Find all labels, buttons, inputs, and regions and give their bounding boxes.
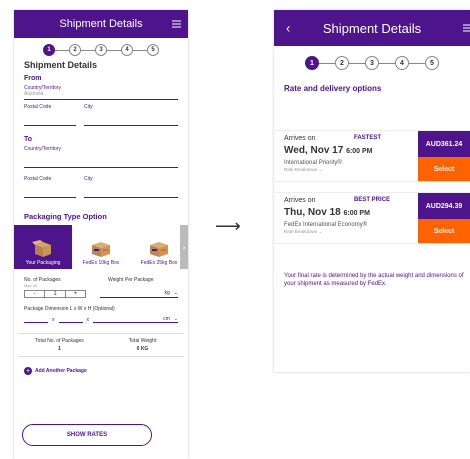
packaging-title: Packaging Type Option (24, 212, 107, 221)
delivery-time: 6:00 PM (343, 210, 370, 217)
header-title: Shipment Details (59, 18, 143, 30)
app-header: Shipment Details (14, 10, 188, 38)
rate-disclaimer: Your final rate is determined by the act… (284, 273, 464, 288)
shipment-details-screen: Shipment Details 1 2 3 4 5 Shipment Deta… (14, 10, 188, 459)
weight-input[interactable]: kg ⌄ (100, 290, 178, 298)
increment-button[interactable]: + (66, 291, 85, 297)
packaging-option-10kg[interactable]: FedEx 10kg Box (72, 225, 130, 269)
to-country-field[interactable]: Country/Territory (24, 146, 178, 168)
from-country-field[interactable]: Country/Territory Australia (24, 85, 178, 100)
packaging-option-own[interactable]: Your Packaging (14, 225, 72, 269)
step-1[interactable]: 1 (43, 44, 55, 56)
to-city-field[interactable]: City (84, 176, 178, 198)
show-rates-button[interactable]: SHOW RATES (22, 424, 152, 446)
arrow-right-icon: ⟶ (215, 216, 241, 236)
box-icon (32, 240, 51, 257)
chevron-right-icon[interactable]: › (180, 225, 188, 269)
add-package-button[interactable]: + Add Another Package (14, 367, 188, 375)
rate-tag: FASTEST (354, 135, 382, 141)
from-postal-field[interactable]: Postal Code (24, 104, 76, 126)
app-header: ‹ Shipment Details (274, 10, 470, 46)
service-name: International Priority® (284, 160, 342, 166)
chevron-down-icon: ⌄ (318, 229, 323, 234)
step-indicator: 1 2 3 4 5 (274, 46, 470, 78)
from-label: From (24, 75, 42, 82)
rate-card: Arrives on FASTEST Wed, Nov 17 6:00 PM I… (274, 130, 470, 182)
chevron-down-icon: ⌄ (318, 167, 323, 172)
rate-price: AUD361.24 (418, 131, 470, 158)
decrement-button[interactable]: - (25, 291, 44, 297)
quantity-value[interactable]: 1 (44, 291, 66, 297)
packages-max-label: Max 40 (24, 283, 38, 288)
total-packages-label: Total No. of Packages (35, 338, 84, 344)
fedex-box-icon (150, 242, 168, 257)
select-button[interactable]: Select (418, 157, 470, 181)
select-button[interactable]: Select (418, 219, 470, 243)
from-city-field[interactable]: City (84, 104, 178, 126)
totals-summary: Total No. of Packages 1 Total Weight 0 K… (18, 333, 184, 357)
fedex-box-icon (92, 242, 110, 257)
service-name: FedEx International Economy® (284, 222, 368, 228)
arrives-label: Arrives on (284, 135, 316, 142)
step-4[interactable]: 4 (121, 44, 133, 56)
total-weight-label: Total Weight (128, 338, 157, 344)
rate-options-screen: ‹ Shipment Details 1 2 3 4 5 Rate and de… (274, 10, 470, 372)
step-indicator: 1 2 3 4 5 (14, 38, 188, 60)
step-3[interactable]: 3 (365, 56, 379, 70)
total-weight-value: 0 KG (136, 346, 149, 352)
to-label: To (24, 136, 33, 143)
packaging-options: Your Packaging FedEx 10kg Box FedEx 25kg… (14, 225, 188, 269)
step-3[interactable]: 3 (95, 44, 107, 56)
step-2[interactable]: 2 (69, 44, 81, 56)
rate-tag: BEST PRICE (354, 197, 391, 203)
step-1[interactable]: 1 (305, 56, 319, 70)
step-2[interactable]: 2 (335, 56, 349, 70)
page-title: Rate and delivery options (284, 84, 382, 93)
menu-icon[interactable] (172, 20, 181, 28)
menu-icon[interactable] (463, 24, 470, 32)
arrives-label: Arrives on (284, 197, 316, 204)
quantity-stepper: - 1 + (24, 290, 86, 298)
step-5[interactable]: 5 (147, 44, 159, 56)
rate-breakdown-link[interactable]: Rate Breakdown ⌄ (284, 167, 418, 173)
length-input[interactable] (24, 316, 48, 323)
page-title: Shipment Details (24, 60, 98, 70)
delivery-date: Thu, Nov 18 (284, 207, 341, 218)
header-title: Shipment Details (322, 20, 422, 36)
chevron-down-icon[interactable]: ⌄ (174, 316, 178, 322)
to-postal-field[interactable]: Postal Code (24, 176, 76, 198)
weight-label: Weight Per Package (108, 277, 154, 283)
rate-price: AUD294.39 (418, 193, 470, 220)
rate-breakdown-link[interactable]: Rate Breakdown ⌄ (284, 229, 418, 235)
width-input[interactable] (58, 316, 83, 323)
delivery-time: 6:00 PM (346, 148, 373, 155)
delivery-date: Wed, Nov 17 (284, 145, 344, 156)
rate-card: Arrives on BEST PRICE Thu, Nov 18 6:00 P… (274, 192, 470, 244)
height-input[interactable]: cm ⌄ (93, 316, 178, 323)
total-packages-value: 1 (58, 346, 61, 352)
dimension-label: Package Dimension L x W x H (Optional) (24, 306, 115, 312)
plus-icon: + (24, 367, 32, 375)
step-4[interactable]: 4 (395, 56, 409, 70)
back-icon[interactable]: ‹ (286, 21, 290, 36)
chevron-down-icon[interactable]: ⌄ (174, 290, 178, 296)
step-5[interactable]: 5 (425, 56, 439, 70)
